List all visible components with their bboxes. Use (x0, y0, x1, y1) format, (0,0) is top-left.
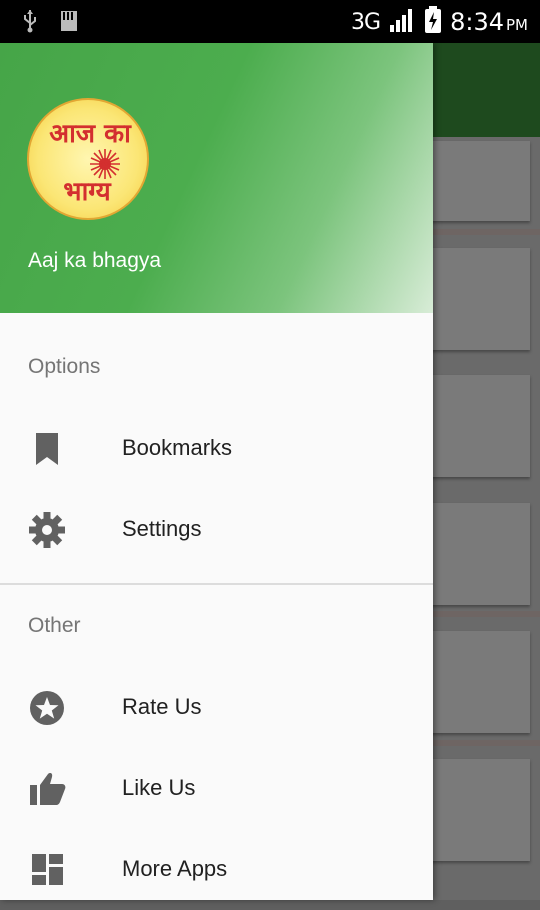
menu-item-label: Rate Us (122, 694, 202, 719)
navigation-drawer: आज का भाग्य Aaj ka bhagya Options Bookma… (0, 43, 433, 900)
clock-ampm: PM (506, 16, 528, 34)
app-name: Aaj ka bhagya (28, 249, 162, 272)
background-card (420, 248, 530, 350)
signal-strength-icon (388, 7, 416, 37)
status-bar: 3G 8:34 PM (0, 0, 540, 43)
thumbs-up-icon (28, 769, 68, 809)
menu-item-like-us[interactable]: Like Us (0, 749, 433, 829)
clock-time: 8:34 (450, 8, 504, 36)
section-title-other: Other (28, 614, 81, 637)
menu-item-rate-us[interactable]: Rate Us (0, 668, 433, 748)
app-logo: आज का भाग्य (27, 98, 149, 220)
network-type-label: 3G (351, 9, 381, 35)
background-card (420, 631, 530, 733)
svg-text:भाग्य: भाग्य (63, 177, 111, 207)
svg-text:आज का: आज का (49, 119, 132, 149)
background-card (420, 375, 530, 477)
apps-grid-icon (28, 850, 68, 890)
menu-item-more-apps[interactable]: More Apps (0, 830, 433, 910)
background-divider (432, 740, 540, 746)
background-card (420, 759, 530, 861)
bookmark-icon (28, 429, 68, 469)
battery-charging-icon (424, 6, 442, 38)
menu-item-label: Bookmarks (122, 435, 233, 460)
drawer-header: आज का भाग्य Aaj ka bhagya (0, 43, 433, 313)
sd-card-icon (60, 10, 78, 36)
menu-item-label: Settings (122, 516, 202, 541)
gear-icon (28, 510, 68, 550)
menu-item-settings[interactable]: Settings (0, 490, 433, 570)
menu-item-label: More Apps (122, 856, 228, 881)
usb-icon (22, 9, 38, 37)
sun-icon (90, 149, 120, 179)
background-card (420, 503, 530, 605)
section-title-options: Options (28, 355, 101, 378)
background-divider (432, 611, 540, 617)
background-card (420, 141, 530, 221)
clock: 8:34 PM (450, 8, 528, 36)
menu-item-label: Like Us (122, 775, 196, 800)
background-divider (432, 229, 540, 235)
star-circle-icon (28, 688, 68, 728)
menu-item-bookmarks[interactable]: Bookmarks (0, 409, 433, 489)
section-divider (0, 583, 433, 585)
